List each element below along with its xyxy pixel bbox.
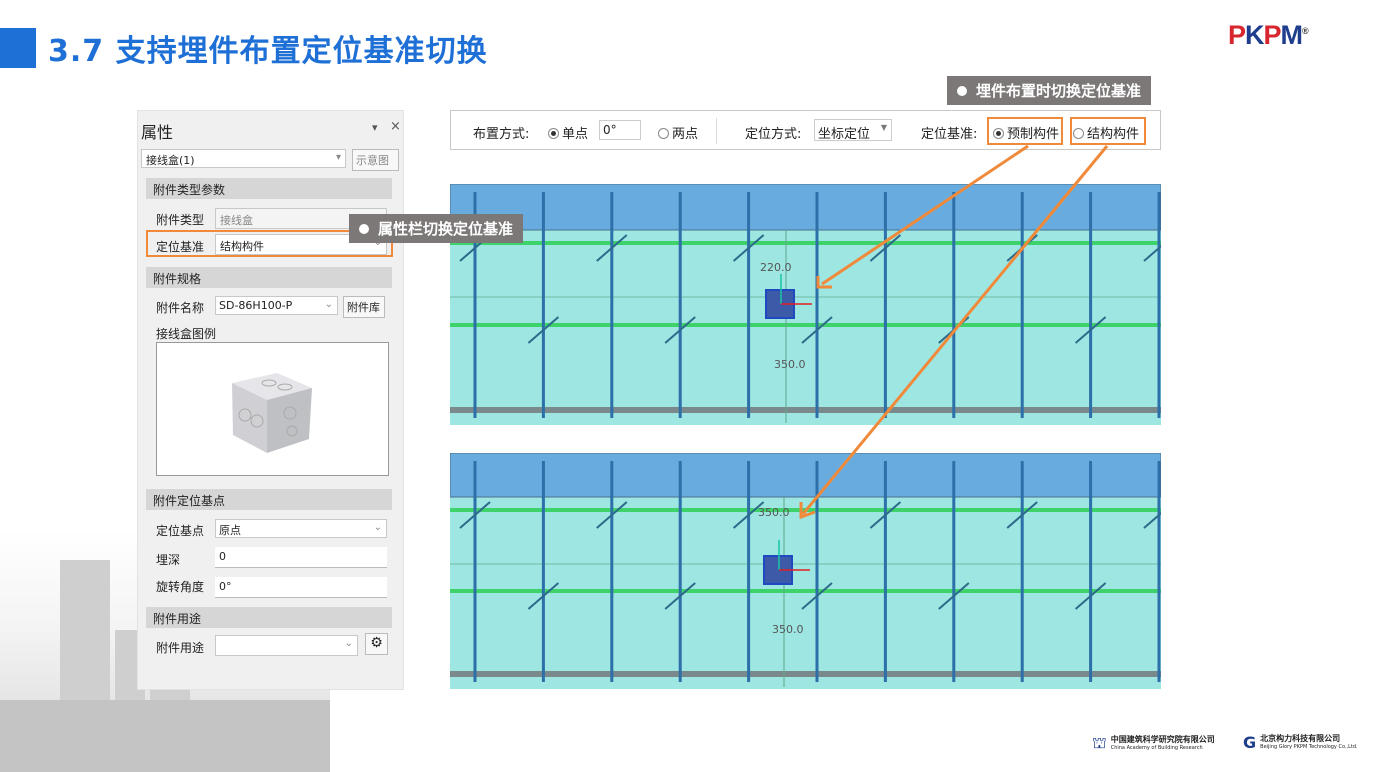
panel-callout: 属性栏切换定位基准 bbox=[349, 214, 524, 243]
horizontal-rebar bbox=[450, 323, 1161, 327]
depth-input[interactable]: 0 bbox=[215, 547, 387, 568]
org1-name: 中国建筑科学研究院有限公司 bbox=[1110, 734, 1215, 744]
top-band bbox=[450, 453, 1161, 498]
legend-label: 接线盒图例 bbox=[156, 327, 217, 341]
structural-highlight bbox=[1070, 117, 1146, 145]
section-type-params: 附件类型参数 bbox=[146, 178, 392, 199]
toolbar-callout: 埋件布置时切换定位基准 bbox=[947, 76, 1152, 105]
selector-value: 接线盒(1) bbox=[146, 154, 195, 167]
angle-input[interactable]: 0° bbox=[599, 120, 641, 140]
radio-double[interactable]: 两点 bbox=[658, 123, 698, 142]
section-usage: 附件用途 bbox=[146, 607, 392, 628]
properties-panel: 属性 ▾ × 接线盒(1) ▾ 示意图 附件类型参数 附件类型 接线盒 定位基准 … bbox=[137, 110, 404, 690]
pkpm-logo: PKPM® bbox=[1228, 20, 1309, 50]
layout-label: 布置方式: bbox=[473, 127, 530, 142]
panel-title: 属性 bbox=[141, 123, 174, 142]
divider bbox=[716, 118, 717, 144]
org2-name: 北京构力科技有限公司 bbox=[1260, 733, 1341, 743]
rotation-label: 旋转角度 bbox=[156, 580, 205, 594]
usage-dropdown[interactable]: ⌄ bbox=[215, 635, 358, 656]
slide-title: 3.7 支持埋件布置定位基准切换 bbox=[48, 34, 488, 69]
name-dropdown[interactable]: SD-86H100-P ⌄ bbox=[215, 296, 338, 315]
title-accent-bar bbox=[0, 28, 36, 68]
name-value: SD-86H100-P bbox=[219, 299, 293, 312]
type-label: 附件类型 bbox=[156, 213, 205, 227]
bottom-rebar bbox=[450, 671, 1161, 677]
locate-dropdown[interactable]: 坐标定位 ▼ bbox=[814, 119, 892, 142]
cabr-logo: ⛫ 中国建筑科学研究院有限公司 China Academy of Building… bbox=[1092, 733, 1215, 752]
panel-callout-text: 属性栏切换定位基准 bbox=[378, 220, 514, 238]
radio-double-label: 两点 bbox=[672, 127, 699, 142]
point-dropdown[interactable]: 原点 ⌄ bbox=[215, 519, 387, 538]
diagram-button[interactable]: 示意图 bbox=[352, 149, 399, 171]
drawing-view-bottom[interactable]: 350.0 350.0 bbox=[450, 453, 1161, 689]
dimension-upper: 220.0 bbox=[760, 261, 792, 274]
rotation-input[interactable]: 0° bbox=[215, 577, 387, 598]
drawing-view-top[interactable]: 220.0 350.0 bbox=[450, 184, 1161, 425]
org1-en: China Academy of Building Research bbox=[1110, 744, 1203, 751]
placement-toolbar: 布置方式: 单点 0° 两点 定位方式: 坐标定位 ▼ 定位基准: 预制构件 结构… bbox=[450, 110, 1161, 150]
horizontal-rebar bbox=[450, 508, 1161, 512]
component-selector[interactable]: 接线盒(1) ▾ bbox=[141, 149, 346, 168]
horizontal-rebar bbox=[450, 241, 1161, 245]
radio-icon bbox=[658, 128, 669, 139]
junction-box-icon bbox=[232, 373, 312, 453]
library-button[interactable]: 附件库 bbox=[343, 296, 385, 318]
section-spec: 附件规格 bbox=[146, 267, 392, 288]
radio-single[interactable]: 单点 bbox=[548, 123, 588, 142]
locate-value: 坐标定位 bbox=[818, 127, 871, 142]
point-value: 原点 bbox=[219, 524, 241, 537]
glory-logo: G 北京构力科技有限公司 Beijing Glory PKPM Technolog… bbox=[1243, 733, 1358, 752]
radio-icon bbox=[548, 128, 559, 139]
point-label: 定位基点 bbox=[156, 524, 205, 538]
top-band bbox=[450, 184, 1161, 231]
pin-icon[interactable]: ▾ bbox=[372, 121, 378, 134]
horizontal-rebar bbox=[450, 589, 1161, 593]
section-base-point: 附件定位基点 bbox=[146, 489, 392, 510]
junction-box-preview bbox=[156, 342, 389, 476]
toolbar-callout-text: 埋件布置时切换定位基准 bbox=[976, 82, 1142, 100]
dimension-upper: 350.0 bbox=[758, 506, 790, 519]
dimension-lower: 350.0 bbox=[772, 623, 804, 636]
close-icon[interactable]: × bbox=[390, 119, 401, 134]
toolbar-basis-label: 定位基准: bbox=[921, 127, 978, 142]
dimension-lower: 350.0 bbox=[774, 358, 806, 371]
radio-single-label: 单点 bbox=[562, 127, 589, 142]
usage-label: 附件用途 bbox=[156, 641, 205, 655]
locate-label: 定位方式: bbox=[745, 127, 802, 142]
precast-highlight bbox=[987, 117, 1063, 145]
name-label: 附件名称 bbox=[156, 301, 205, 315]
gear-icon[interactable]: ⚙ bbox=[365, 633, 388, 655]
org2-en: Beijing Glory PKPM Technology Co.,Ltd. bbox=[1260, 743, 1358, 750]
depth-label: 埋深 bbox=[156, 553, 181, 567]
bottom-rebar bbox=[450, 407, 1161, 413]
